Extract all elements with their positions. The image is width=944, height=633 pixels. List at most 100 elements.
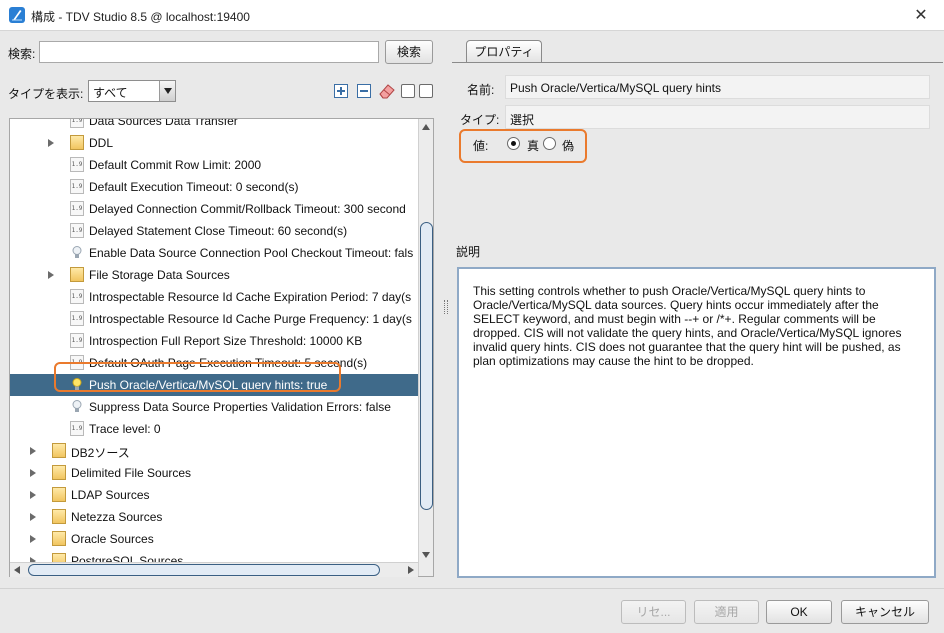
- tree-row-label: Default Commit Row Limit: 2000: [89, 158, 262, 172]
- tree-row-label: Suppress Data Source Properties Validati…: [89, 400, 391, 414]
- folder-icon: [52, 465, 66, 480]
- type-filter-value: すべて: [93, 86, 128, 100]
- tree-row-label: Trace level: 0: [89, 422, 161, 436]
- number-icon: 1.9: [70, 333, 84, 348]
- number-icon: 1.9: [70, 157, 84, 172]
- tree-row-label: Netezza Sources: [71, 510, 163, 524]
- tree-row-label: LDAP Sources: [71, 488, 150, 502]
- tab-divider: [452, 62, 943, 63]
- tree-row-label: Delayed Connection Commit/Rollback Timeo…: [89, 202, 406, 216]
- description-text: This setting controls whether to push Or…: [457, 267, 936, 578]
- type-filter-label: タイプを表示:: [8, 87, 84, 101]
- expand-arrow-icon[interactable]: [48, 139, 54, 147]
- panel-splitter[interactable]: [441, 32, 451, 587]
- tree-row[interactable]: Delimited File Sources: [10, 462, 418, 484]
- scroll-right-icon[interactable]: [408, 566, 414, 574]
- tree-row-label: DDL: [89, 136, 114, 150]
- folder-icon: [70, 267, 84, 282]
- scroll-up-icon[interactable]: [422, 124, 430, 130]
- search-button[interactable]: 検索: [385, 40, 433, 64]
- tree-row-label: Introspectable Resource Id Cache Purge F…: [89, 312, 412, 326]
- type-field: 選択: [505, 105, 930, 129]
- type-label: タイプ:: [460, 113, 500, 127]
- tree-row-label: DB2ソース: [71, 446, 130, 460]
- tree-row-label: Enable Data Source Connection Pool Check…: [89, 246, 414, 260]
- folder-icon: [70, 135, 84, 150]
- number-icon: 1.9: [70, 179, 84, 194]
- footer-divider: [0, 588, 944, 589]
- ok-button[interactable]: OK: [766, 600, 832, 624]
- configuration-tree[interactable]: 1.9 Data Sources Data Transfer DDL 1.9 Defau…: [9, 118, 434, 577]
- number-icon: 1.9: [70, 223, 84, 238]
- tree-row-label: Delayed Statement Close Timeout: 60 seco…: [89, 224, 348, 238]
- apply-button[interactable]: 適用: [694, 600, 759, 624]
- tree-row[interactable]: 1.9 Introspection Full Report Size Thresh…: [10, 330, 418, 352]
- tree-row[interactable]: File Storage Data Sources: [10, 264, 418, 286]
- tree-row[interactable]: Oracle Sources: [10, 528, 418, 550]
- number-icon: 1.9: [70, 421, 84, 436]
- tree-horizontal-scrollbar[interactable]: [10, 562, 418, 577]
- tree-row[interactable]: DB2ソース: [10, 440, 418, 462]
- title-bar: 構成 - TDV Studio 8.5 @ localhost:19400 ✕: [0, 0, 944, 31]
- eraser-icon[interactable]: [378, 82, 396, 100]
- scroll-thumb[interactable]: [420, 222, 433, 510]
- tree-row[interactable]: 1.9 Default Execution Timeout: 0 second(s…: [10, 176, 418, 198]
- close-icon: ✕: [914, 7, 928, 24]
- value-highlight: [459, 129, 587, 163]
- tree-row[interactable]: 1.9 Trace level: 0: [10, 418, 418, 440]
- name-label: 名前:: [467, 83, 495, 97]
- tree-row-label: File Storage Data Sources: [89, 268, 230, 282]
- tree-row[interactable]: 1.9 Delayed Connection Commit/Rollback Ti…: [10, 198, 418, 220]
- tree-row-label: Default Execution Timeout: 0 second(s): [89, 180, 299, 194]
- collapse-all-icon[interactable]: [357, 84, 371, 98]
- checkbox-icon[interactable]: [419, 84, 433, 98]
- close-button[interactable]: ✕: [898, 0, 944, 31]
- scroll-left-icon[interactable]: [14, 566, 20, 574]
- reset-button[interactable]: リセ...: [621, 600, 686, 624]
- tree-row-label: Delimited File Sources: [71, 466, 192, 480]
- tree-row-label: Data Sources Data Transfer: [89, 118, 238, 128]
- tree-row[interactable]: 1.9 Introspectable Resource Id Cache Expi…: [10, 286, 418, 308]
- search-label: 検索:: [8, 47, 36, 61]
- tree-row-label: Oracle Sources: [71, 532, 154, 546]
- window-title: 構成 - TDV Studio 8.5 @ localhost:19400: [31, 10, 250, 24]
- tree-row[interactable]: Netezza Sources: [10, 506, 418, 528]
- tree-row[interactable]: 1.9 Introspectable Resource Id Cache Purg…: [10, 308, 418, 330]
- folder-icon: [52, 487, 66, 502]
- tree-row[interactable]: Suppress Data Source Properties Validati…: [10, 396, 418, 418]
- selected-row-highlight: [54, 362, 341, 392]
- tree-row-label: Introspection Full Report Size Threshold…: [89, 334, 363, 348]
- expand-arrow-icon[interactable]: [48, 271, 54, 279]
- splitter-grip-icon[interactable]: [444, 300, 448, 314]
- folder-icon: [52, 531, 66, 546]
- number-icon: 1.9: [70, 289, 84, 304]
- checkbox-icon[interactable]: [401, 84, 415, 98]
- folder-icon: [52, 443, 66, 458]
- expand-arrow-icon[interactable]: [30, 535, 36, 543]
- tree-row[interactable]: LDAP Sources: [10, 484, 418, 506]
- chevron-down-icon[interactable]: [159, 81, 175, 101]
- bulb-icon: [70, 245, 84, 260]
- expand-arrow-icon[interactable]: [30, 469, 36, 477]
- tree-content: 1.9 Data Sources Data Transfer DDL 1.9 Defau…: [10, 118, 418, 572]
- search-input[interactable]: [39, 41, 379, 63]
- type-filter-select[interactable]: すべて: [88, 80, 176, 102]
- description-label: 説明: [456, 245, 481, 259]
- tree-vertical-scrollbar[interactable]: [418, 119, 433, 576]
- tab-properties[interactable]: プロパティ: [466, 40, 542, 63]
- name-field: Push Oracle/Vertica/MySQL query hints: [505, 75, 930, 99]
- tree-row[interactable]: 1.9 Data Sources Data Transfer: [10, 118, 418, 132]
- folder-icon: [52, 509, 66, 524]
- scroll-down-icon[interactable]: [422, 552, 430, 558]
- tree-row[interactable]: DDL: [10, 132, 418, 154]
- tree-row[interactable]: 1.9 Default Commit Row Limit: 2000: [10, 154, 418, 176]
- tree-row[interactable]: Enable Data Source Connection Pool Check…: [10, 242, 418, 264]
- cancel-button[interactable]: キャンセル: [841, 600, 929, 624]
- tree-row[interactable]: 1.9 Delayed Statement Close Timeout: 60 s…: [10, 220, 418, 242]
- expand-all-icon[interactable]: [334, 84, 348, 98]
- expand-arrow-icon[interactable]: [30, 513, 36, 521]
- expand-arrow-icon[interactable]: [30, 447, 36, 455]
- scroll-thumb[interactable]: [28, 564, 380, 576]
- number-icon: 1.9: [70, 201, 84, 216]
- expand-arrow-icon[interactable]: [30, 491, 36, 499]
